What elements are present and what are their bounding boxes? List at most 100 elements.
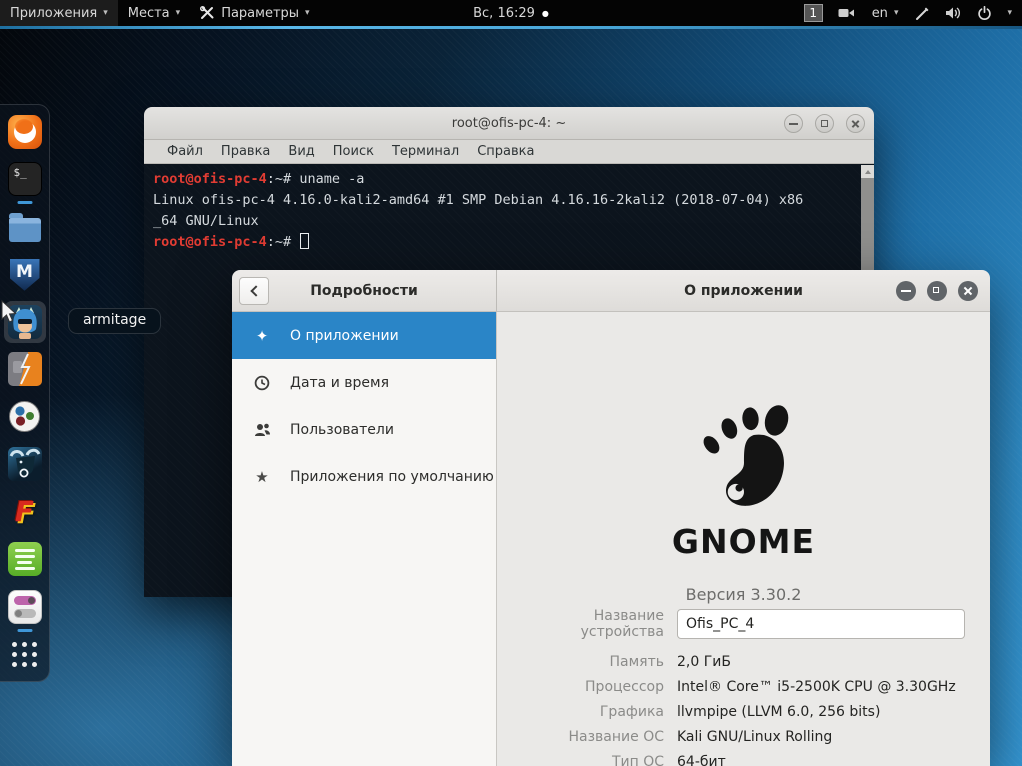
system-menu-chevron-icon[interactable]: ▾: [1007, 8, 1012, 18]
volume-icon[interactable]: [945, 6, 962, 20]
dock-item-firefox[interactable]: [4, 111, 46, 153]
memory-row: Память 2,0 ГиБ: [519, 649, 965, 674]
chevron-down-icon: ▾: [103, 8, 108, 18]
field-value: Kali GNU/Linux Rolling: [677, 729, 832, 745]
pen-tool-icon[interactable]: [915, 6, 930, 21]
places-menu-label: Места: [128, 6, 170, 21]
maximize-icon: [821, 120, 828, 127]
field-label: Процессор: [519, 679, 677, 695]
clock-icon: [253, 375, 271, 391]
sidebar-item-label: Пользователи: [290, 422, 394, 438]
settings-headerbar: Подробности О приложении: [232, 270, 990, 312]
dock-item-metasploit[interactable]: M: [4, 254, 46, 296]
screen-recorder-icon[interactable]: [838, 7, 855, 19]
dock-item-app-circles[interactable]: [4, 396, 46, 438]
users-icon: [253, 422, 271, 437]
menu-help[interactable]: Справка: [468, 140, 543, 163]
device-name-input[interactable]: [677, 609, 965, 639]
dock-item-beef[interactable]: [4, 444, 46, 486]
sidebar-item-date-time[interactable]: Дата и время: [232, 359, 496, 406]
about-panel: GNOME Версия 3.30.2 Название устройства …: [497, 312, 990, 766]
shell-command: uname -a: [291, 171, 364, 187]
applications-menu[interactable]: Приложения ▾: [0, 0, 118, 26]
field-label: Графика: [519, 704, 677, 720]
bull-icon: [8, 447, 42, 481]
version-label: Версия 3.30.2: [686, 585, 802, 604]
minimize-icon: [901, 290, 911, 292]
workspace-indicator[interactable]: 1: [804, 4, 823, 22]
settings-header-right[interactable]: О приложении: [497, 270, 990, 312]
tools-icon: [200, 6, 215, 20]
settings-window: Подробности О приложении ✦ О приложении: [232, 270, 990, 766]
sidebar-item-label: Дата и время: [290, 375, 389, 391]
settings-menu-label: Параметры: [221, 6, 299, 21]
close-button[interactable]: [846, 114, 865, 133]
terminal-line: _64 GNU/Linux: [153, 211, 854, 232]
sidebar-item-default-apps[interactable]: ★ Приложения по умолчанию: [232, 453, 496, 500]
field-label: Память: [519, 654, 677, 670]
faraday-letter: F: [15, 495, 34, 528]
terminal-menubar: Файл Правка Вид Поиск Терминал Справка: [144, 140, 874, 164]
dock-item-burpsuite[interactable]: [4, 349, 46, 391]
gnome-foot-icon: [685, 396, 803, 518]
applications-menu-label: Приложения: [10, 6, 97, 21]
settings-header-left[interactable]: Подробности: [232, 270, 497, 312]
chevron-down-icon: ▾: [176, 8, 181, 18]
maximize-button[interactable]: [927, 281, 947, 301]
clock-button[interactable]: Вс, 16:29 ●: [465, 0, 557, 26]
settings-menu[interactable]: Параметры ▾: [190, 0, 319, 26]
menu-view[interactable]: Вид: [279, 140, 323, 163]
back-button[interactable]: [239, 277, 269, 305]
keyboard-layout-button[interactable]: en ▾: [870, 0, 901, 26]
chevron-left-icon: [250, 285, 261, 296]
maximize-button[interactable]: [815, 114, 834, 133]
dock-item-cherrytree[interactable]: [4, 539, 46, 581]
desktop: Приложения ▾ Места ▾ Параметры ▾ Вс, 16:…: [0, 0, 1022, 766]
settings-sidebar: ✦ О приложении Дата и время Пользователи: [232, 312, 497, 766]
terminal-line: root@ofis-pc-4:~#: [153, 232, 854, 253]
dock-item-files[interactable]: [4, 206, 46, 248]
sparkle-icon: ✦: [253, 327, 271, 345]
minimize-button[interactable]: [784, 114, 803, 133]
dock-item-faraday[interactable]: F: [4, 491, 46, 533]
field-value: llvmpipe (LLVM 6.0, 256 bits): [677, 704, 880, 720]
terminal-icon: $_: [8, 162, 42, 196]
sidebar-title: Подробности: [232, 283, 496, 299]
system-info-fields: Название устройства Память 2,0 ГиБ Проце…: [519, 608, 965, 766]
power-icon[interactable]: [977, 6, 992, 21]
graphics-row: Графика llvmpipe (LLVM 6.0, 256 bits): [519, 699, 965, 724]
dock-item-settings-app[interactable]: [4, 586, 46, 628]
menu-search[interactable]: Поиск: [324, 140, 383, 163]
places-menu[interactable]: Места ▾: [118, 0, 190, 26]
sidebar-item-users[interactable]: Пользователи: [232, 406, 496, 453]
dock-item-terminal[interactable]: $_: [4, 159, 46, 201]
processor-row: Процессор Intel® Core™ i5-2500K CPU @ 3.…: [519, 674, 965, 699]
terminal-window-controls: [784, 114, 865, 133]
dock-tooltip: armitage: [68, 308, 161, 334]
terminal-title: root@ofis-pc-4: ~: [452, 116, 566, 131]
clock-label: Вс, 16:29: [473, 6, 535, 21]
close-button[interactable]: [958, 281, 978, 301]
notification-dot-icon: ●: [542, 9, 549, 18]
menu-file[interactable]: Файл: [158, 140, 212, 163]
shell-prompt: root@ofis-pc-4: [153, 234, 267, 250]
terminal-titlebar[interactable]: root@ofis-pc-4: ~: [144, 107, 874, 140]
show-applications-button[interactable]: [4, 634, 46, 676]
page-title: О приложении: [684, 283, 803, 299]
dock: $_ M: [0, 104, 50, 682]
minimize-button[interactable]: [896, 281, 916, 301]
sidebar-item-about[interactable]: ✦ О приложении: [232, 312, 496, 359]
toggles-icon: [8, 590, 42, 624]
system-tray: 1 en ▾ ▾: [804, 0, 1022, 26]
menu-terminal[interactable]: Терминал: [383, 140, 468, 163]
apps-grid-icon: [12, 642, 37, 667]
shell-prompt: root@ofis-pc-4: [153, 171, 267, 187]
scroll-up-arrow-icon[interactable]: [861, 165, 874, 178]
device-name-row: Название устройства: [519, 608, 965, 640]
minimize-icon: [789, 123, 798, 125]
menu-edit[interactable]: Правка: [212, 140, 279, 163]
field-value: 2,0 ГиБ: [677, 654, 731, 670]
wallpaper-horizon-band: [0, 26, 1022, 29]
terminal-line: root@ofis-pc-4:~# uname -a: [153, 169, 854, 190]
top-bar: Приложения ▾ Места ▾ Параметры ▾ Вс, 16:…: [0, 0, 1022, 26]
